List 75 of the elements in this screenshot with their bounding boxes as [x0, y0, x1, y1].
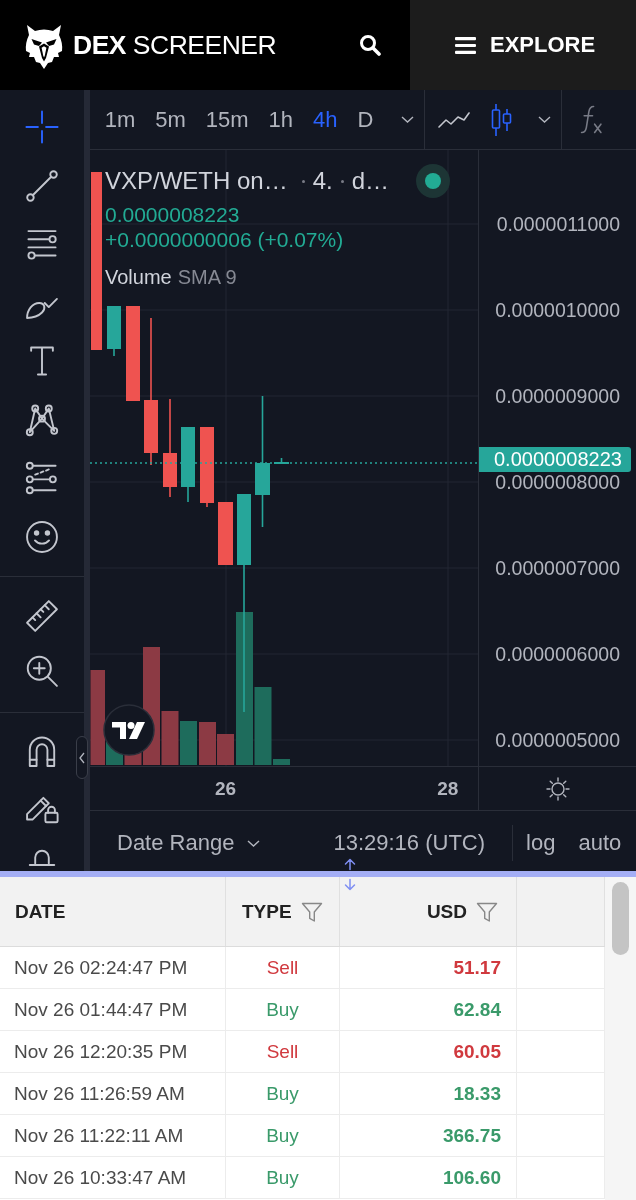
menu-icon	[455, 36, 476, 54]
collapse-handle[interactable]	[76, 736, 88, 779]
brand-name: DEX SCREENER	[73, 29, 277, 61]
candlestick-icon[interactable]	[490, 103, 514, 136]
price-label: 0.0000007000	[495, 558, 620, 578]
caret-icon[interactable]	[401, 116, 415, 123]
clock-label: 13:29:16 (UTC)	[333, 830, 486, 856]
candle	[274, 457, 289, 465]
date-range-button[interactable]: Date Range	[117, 830, 261, 856]
price-change-value: +0.0000000006 (+0.07%)	[105, 227, 344, 252]
filter-icon[interactable]	[300, 900, 323, 923]
candle	[107, 305, 121, 357]
price-label: 0.0000009000	[495, 386, 620, 406]
last-price-value: 0.0000008223	[105, 202, 240, 227]
trade-amount: 106.60	[442, 1166, 501, 1189]
column-header[interactable]: USD	[426, 900, 467, 923]
trade-date: Nov 26 11:26:59 AM	[14, 1082, 185, 1105]
trade-date: Nov 26 12:20:35 PM	[14, 1040, 188, 1063]
auto-scale-button[interactable]: auto	[578, 830, 622, 856]
interval-label: 4.	[312, 166, 333, 196]
sun-icon[interactable]	[545, 776, 570, 801]
trade-date: Nov 26 02:24:47 PM	[14, 956, 188, 979]
date-label: 28	[437, 777, 459, 800]
search-icon[interactable]	[359, 34, 381, 56]
caret-icon[interactable]	[538, 116, 552, 123]
price-label: 0.0000006000	[495, 644, 620, 664]
separator-dot-icon	[340, 179, 344, 183]
separator-dot-icon	[301, 179, 305, 183]
trade-amount: 18.33	[453, 1082, 501, 1105]
column-header[interactable]: DATE	[15, 900, 66, 923]
candle	[218, 502, 233, 565]
line-chart-icon[interactable]	[438, 110, 471, 129]
price-label: 0.0000005000	[495, 730, 620, 750]
exchange-label: d…	[351, 166, 390, 196]
scrollbar-thumb[interactable]	[612, 882, 629, 955]
status-dot-icon	[416, 164, 450, 198]
indicator-name: Volume	[105, 265, 172, 290]
trade-date: Nov 26 11:22:11 AM	[14, 1124, 184, 1147]
trade-amount: 62.84	[453, 998, 501, 1021]
indicator-settings: SMA 9	[177, 265, 237, 290]
interval-tab[interactable]: 15m	[195, 90, 259, 149]
chart-logo-icon[interactable]	[103, 704, 155, 756]
interval-tab[interactable]: 1m	[94, 90, 146, 149]
caret-icon	[247, 839, 261, 847]
chevron-left-icon	[79, 751, 85, 764]
interval-tab[interactable]: 5m	[145, 90, 196, 149]
trade-type: Buy	[266, 1082, 299, 1105]
volume-bar	[217, 734, 234, 765]
trade-type: Sell	[266, 1040, 299, 1063]
volume-bar	[180, 721, 197, 765]
filter-icon[interactable]	[476, 900, 498, 923]
trade-type: Sell	[266, 956, 299, 979]
date-label: 26	[215, 777, 237, 800]
trade-type: Buy	[266, 1166, 299, 1189]
column-header[interactable]: TYPE	[242, 900, 292, 923]
trade-date: Nov 26 01:44:47 PM	[14, 998, 188, 1021]
interval-tab[interactable]: D	[347, 90, 384, 149]
trade-date: Nov 26 10:33:47 AM	[14, 1166, 187, 1189]
trade-type: Buy	[266, 998, 299, 1021]
log-scale-button[interactable]: log	[526, 830, 556, 856]
trade-amount: 60.05	[453, 1040, 501, 1063]
price-label: 0.0000011000	[496, 214, 620, 234]
function-icon[interactable]	[580, 103, 604, 136]
resize-arrows-icon[interactable]	[343, 858, 357, 891]
last-price-tag: 0.0000008223	[479, 447, 631, 472]
price-label: 0.0000008000	[495, 472, 620, 492]
price-label: 0.0000010000	[495, 300, 620, 320]
trade-amount: 366.75	[442, 1124, 501, 1147]
trade-type: Buy	[266, 1124, 299, 1147]
volume-bar	[199, 722, 216, 765]
symbol-title[interactable]: VXP/WETH on…	[105, 166, 288, 196]
explore-button[interactable]: EXPLORE	[410, 0, 636, 90]
interval-tab[interactable]: 4h	[303, 90, 348, 149]
trade-amount: 51.17	[453, 956, 501, 979]
interval-tab[interactable]: 1h	[258, 90, 304, 149]
